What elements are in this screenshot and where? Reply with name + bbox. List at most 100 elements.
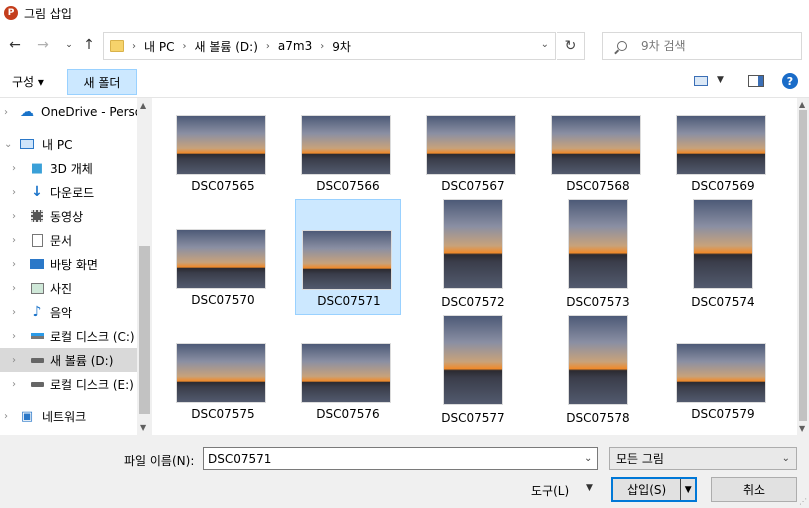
- insert-button-label[interactable]: 삽입(S): [613, 479, 682, 500]
- chevron-down-icon[interactable]: ⌄: [584, 453, 592, 464]
- address-bar[interactable]: › 내 PC › 새 볼륨 (D:) › a7m3 › 9차 ⌄: [103, 32, 556, 60]
- tools-dropdown-arrow-icon[interactable]: ▼: [586, 483, 593, 493]
- powerpoint-app-icon: P: [4, 6, 18, 20]
- view-mode-icon[interactable]: [694, 76, 708, 86]
- expand-chevron-right-icon[interactable]: ›: [12, 235, 16, 246]
- expand-chevron-right-icon[interactable]: ›: [12, 307, 16, 318]
- cancel-button[interactable]: 취소: [711, 477, 797, 502]
- organize-button[interactable]: 구성 ▾: [12, 73, 44, 90]
- file-tile[interactable]: DSC07574: [670, 199, 776, 315]
- sidebar-item[interactable]: › ■ 3D 개체: [0, 156, 137, 180]
- breadcrumb-a7m3[interactable]: a7m3: [278, 39, 312, 53]
- scroll-up-arrow-icon[interactable]: ▲: [140, 101, 146, 110]
- file-tile[interactable]: DSC07577: [420, 315, 526, 431]
- download-arrow-icon: ↓: [31, 184, 43, 200]
- sidebar-item[interactable]: › ☁ OneDrive - Persor: [0, 100, 137, 124]
- sidebar-item[interactable]: › 동영상: [0, 204, 137, 228]
- sunset-photo-thumbnail: [426, 115, 516, 175]
- expand-chevron-right-icon[interactable]: ›: [4, 411, 8, 422]
- sidebar-item[interactable]: › 사진: [0, 276, 137, 300]
- sidebar-item[interactable]: › ↓ 다운로드: [0, 180, 137, 204]
- file-tile[interactable]: DSC07575: [170, 315, 276, 431]
- resize-grip-icon[interactable]: ⋰: [799, 497, 807, 506]
- network-icon: ▣: [20, 408, 34, 424]
- file-list-scrollbar[interactable]: ▲ ▼: [797, 98, 809, 435]
- tools-button[interactable]: 도구(L): [531, 482, 569, 499]
- windows-drive-icon: [29, 329, 45, 343]
- sunset-photo-thumbnail: [176, 343, 266, 403]
- search-input[interactable]: [641, 39, 791, 53]
- expand-chevron-right-icon[interactable]: ›: [12, 211, 16, 222]
- sidebar-item[interactable]: › ♪ 음악: [0, 300, 137, 324]
- chevron-down-icon[interactable]: ⌄: [541, 39, 549, 50]
- back-arrow-icon[interactable]: ←: [6, 36, 24, 54]
- cube-icon: ■: [30, 160, 44, 176]
- forward-arrow-icon[interactable]: →: [34, 36, 52, 54]
- sunset-photo-thumbnail: [301, 343, 391, 403]
- expand-chevron-right-icon[interactable]: ›: [12, 187, 16, 198]
- sidebar-item-label: 로컬 디스크 (E:): [50, 377, 134, 392]
- preview-pane-icon[interactable]: [748, 75, 764, 87]
- breadcrumb-separator-icon[interactable]: ›: [320, 41, 324, 52]
- expand-chevron-right-icon[interactable]: ›: [4, 107, 8, 118]
- breadcrumb-current-folder[interactable]: 9차: [332, 38, 351, 55]
- file-name-label: DSC07568: [566, 179, 630, 193]
- breadcrumb-my-pc[interactable]: 내 PC: [144, 38, 174, 55]
- sidebar-item-label: 음악: [50, 305, 73, 320]
- filename-input[interactable]: DSC07571: [203, 447, 598, 470]
- breadcrumb-separator-icon[interactable]: ›: [182, 41, 186, 52]
- new-folder-button[interactable]: 새 폴더: [67, 69, 137, 95]
- scroll-thumb[interactable]: [139, 246, 150, 414]
- sidebar-item[interactable]: › 로컬 디스크 (E:): [0, 372, 137, 396]
- expand-chevron-down-icon[interactable]: ⌄: [4, 139, 12, 150]
- file-type-filter-select[interactable]: 모든 그림 ⌄: [609, 447, 797, 470]
- sidebar-item[interactable]: › 새 볼륨 (D:): [0, 348, 137, 372]
- file-tile[interactable]: DSC07573: [545, 199, 651, 315]
- insert-button[interactable]: 삽입(S) ▼: [611, 477, 697, 502]
- scroll-up-arrow-icon[interactable]: ▲: [799, 100, 805, 109]
- sidebar-item[interactable]: › ▣ 네트워크: [0, 404, 137, 428]
- insert-options-arrow-icon[interactable]: ▼: [681, 485, 695, 495]
- file-name-label: DSC07578: [566, 411, 630, 425]
- breadcrumb-separator-icon[interactable]: ›: [266, 41, 270, 52]
- scroll-thumb[interactable]: [799, 110, 807, 421]
- view-dropdown-arrow-icon[interactable]: ▼: [717, 75, 724, 85]
- file-tile[interactable]: DSC07576: [295, 315, 401, 431]
- folder-icon: [110, 40, 124, 52]
- chevron-down-icon[interactable]: ⌄: [782, 453, 790, 464]
- title-bar: P 그림 삽입: [0, 0, 809, 26]
- help-icon[interactable]: ?: [782, 73, 798, 89]
- expand-chevron-right-icon[interactable]: ›: [12, 259, 16, 270]
- sidebar-item[interactable]: › 문서: [0, 228, 137, 252]
- expand-chevron-right-icon[interactable]: ›: [12, 283, 16, 294]
- file-tile[interactable]: DSC07571: [295, 199, 401, 315]
- file-tile[interactable]: DSC07572: [420, 199, 526, 315]
- file-name-label: DSC07565: [191, 179, 255, 193]
- file-tile[interactable]: DSC07570: [170, 199, 276, 315]
- sidebar-item[interactable]: › 로컬 디스크 (C:): [0, 324, 137, 348]
- sidebar-item[interactable]: ⌄ 내 PC: [0, 132, 137, 156]
- expand-chevron-right-icon[interactable]: ›: [12, 379, 16, 390]
- scroll-down-arrow-icon[interactable]: ▼: [799, 424, 805, 433]
- expand-chevron-right-icon[interactable]: ›: [12, 331, 16, 342]
- up-arrow-icon[interactable]: ↑: [80, 36, 98, 54]
- file-name-label: DSC07569: [691, 179, 755, 193]
- recent-locations-chevron-icon[interactable]: ⌄: [60, 36, 78, 54]
- navigation-pane-scrollbar[interactable]: ▲ ▼: [137, 98, 152, 435]
- expand-chevron-right-icon[interactable]: ›: [12, 355, 16, 366]
- search-box[interactable]: [602, 32, 802, 60]
- refresh-icon[interactable]: ↻: [557, 32, 585, 60]
- breadcrumb-volume-d[interactable]: 새 볼륨 (D:): [194, 38, 257, 55]
- sidebar-item-label: 새 볼륨 (D:): [50, 353, 114, 368]
- sunset-photo-thumbnail: [676, 115, 766, 175]
- sunset-photo-thumbnail: [693, 199, 753, 289]
- file-name-label: DSC07570: [191, 293, 255, 307]
- scroll-down-arrow-icon[interactable]: ▼: [140, 423, 146, 432]
- sidebar-item[interactable]: › 바탕 화면: [0, 252, 137, 276]
- file-tile[interactable]: DSC07579: [670, 315, 776, 431]
- file-tile[interactable]: DSC07578: [545, 315, 651, 431]
- cloud-icon: ☁: [20, 104, 34, 120]
- expand-chevron-right-icon[interactable]: ›: [12, 163, 16, 174]
- breadcrumb-separator-icon[interactable]: ›: [132, 41, 136, 52]
- command-bar: 구성 ▾ 새 폴더 ▼ ?: [0, 64, 809, 98]
